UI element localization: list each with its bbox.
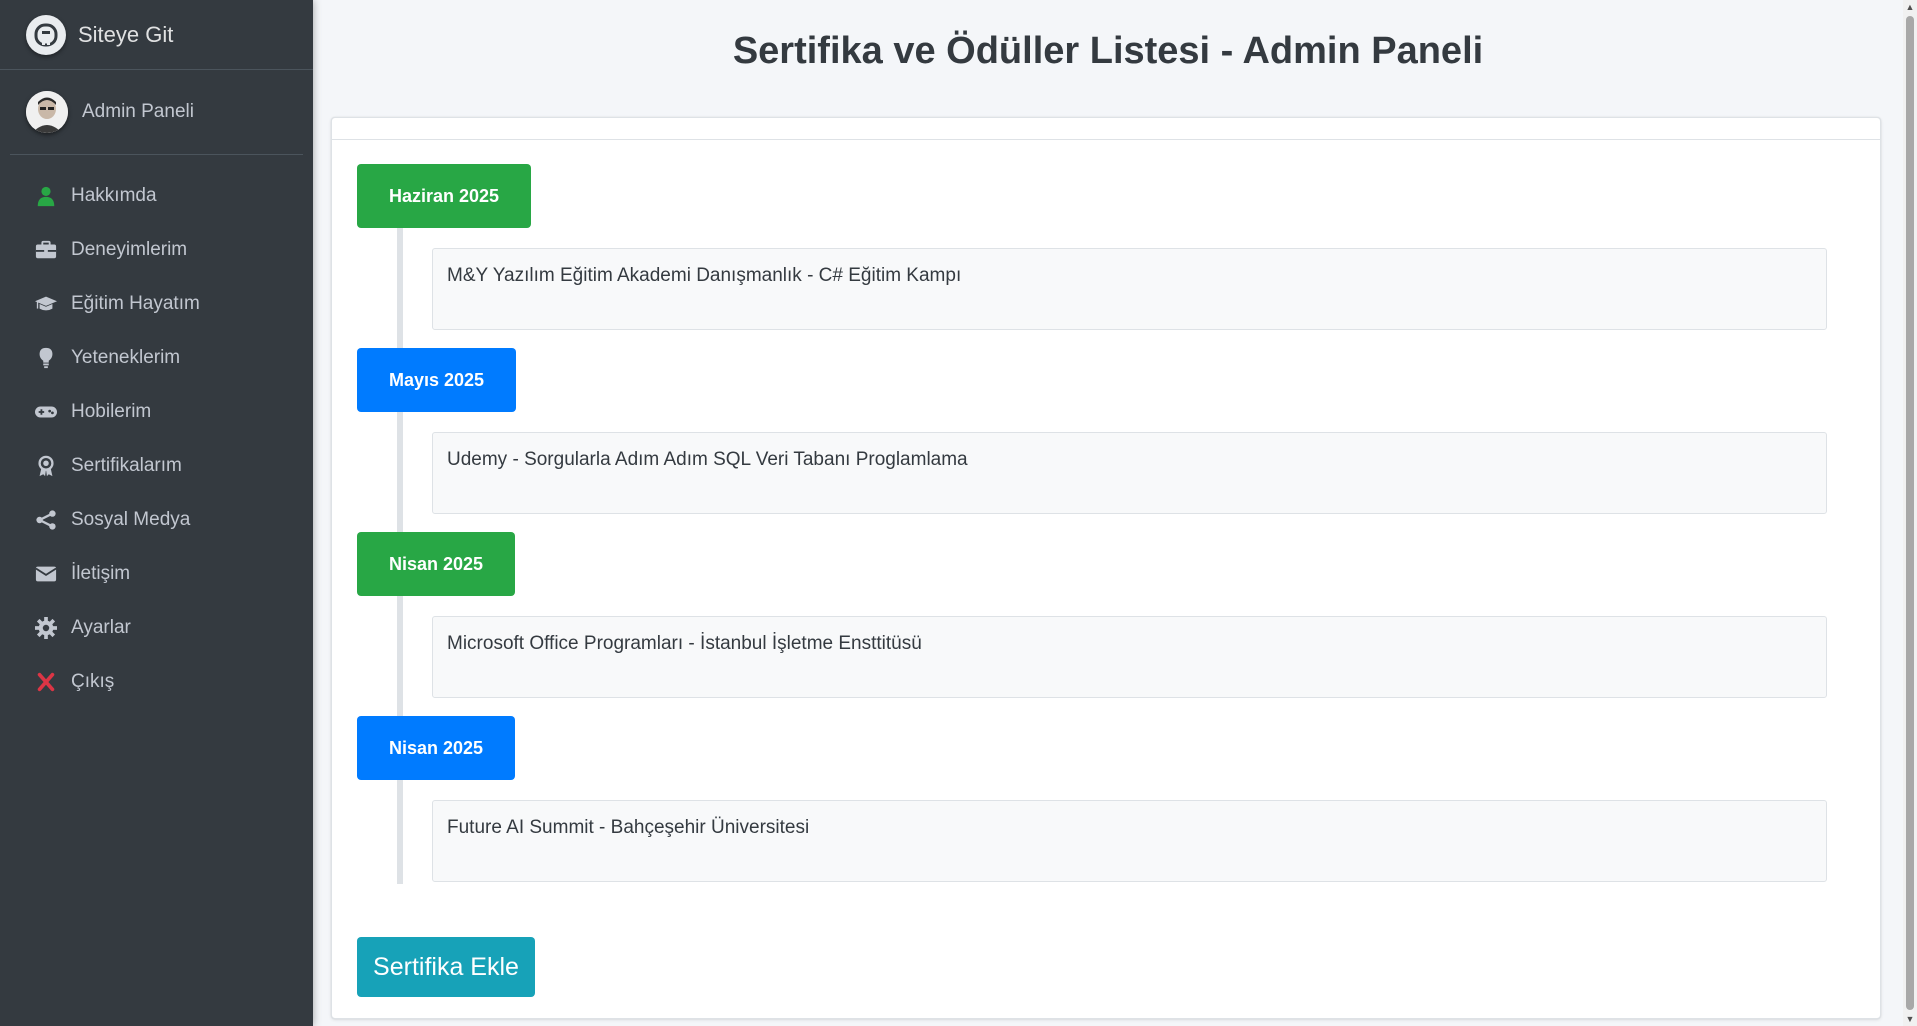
sidebar-item-sosyal-medya[interactable]: Sosyal Medya — [0, 493, 313, 547]
timeline-date-label: Mayıs 2025 — [357, 348, 517, 412]
gear-icon — [33, 615, 59, 641]
sidebar-item-label: Çıkış — [71, 671, 115, 692]
envelope-icon — [33, 561, 59, 587]
gamepad-icon — [33, 399, 59, 425]
timeline-date-label: Nisan 2025 — [357, 716, 516, 780]
sidebar: Siteye Git Admin Paneli Hakkımda Deneyim… — [0, 0, 313, 1026]
sidebar-item-egitim-hayatim[interactable]: Eğitim Hayatım — [0, 277, 313, 331]
sidebar-item-label: Yeteneklerim — [71, 347, 181, 368]
timeline-date-label: Haziran 2025 — [357, 164, 532, 228]
timeline-item: Haziran 2025 M&Y Yazılım Eğitim Akademi … — [357, 164, 1837, 348]
card-header — [332, 118, 1880, 140]
user-panel: Admin Paneli — [10, 70, 303, 155]
timeline-item-content: M&Y Yazılım Eğitim Akademi Danışmanlık -… — [432, 248, 1827, 330]
briefcase-icon — [33, 237, 59, 263]
timeline-date-label: Nisan 2025 — [357, 532, 516, 596]
share-icon — [33, 507, 59, 533]
scroll-down-arrow-icon[interactable]: ▼ — [1905, 1014, 1915, 1024]
admin-user-link[interactable]: Admin Paneli — [82, 101, 194, 123]
sidebar-item-label: İletişim — [71, 563, 131, 584]
sidebar-item-iletisim[interactable]: İletişim — [0, 547, 313, 601]
close-icon — [33, 669, 59, 695]
brand-link[interactable]: Siteye Git — [0, 0, 313, 70]
sidebar-item-label: Sosyal Medya — [71, 509, 191, 530]
timeline-item: Nisan 2025 Microsoft Office Programları … — [357, 532, 1837, 716]
sidebar-item-yeteneklerim[interactable]: Yeteneklerim — [0, 331, 313, 385]
page-scrollbar[interactable]: ▲ ▼ — [1903, 0, 1917, 1026]
timeline-item: Nisan 2025 Future AI Summit - Bahçeşehir… — [357, 716, 1837, 900]
sidebar-nav: Hakkımda Deneyimlerim Eğitim Hayatım Yet… — [0, 155, 313, 709]
timeline-item-content: Future AI Summit - Bahçeşehir Üniversite… — [432, 800, 1827, 882]
sidebar-item-label: Hakkımda — [71, 185, 157, 206]
sidebar-item-hakkimda[interactable]: Hakkımda — [0, 169, 313, 223]
scroll-thumb[interactable] — [1906, 16, 1914, 1010]
certificates-card: Haziran 2025 M&Y Yazılım Eğitim Akademi … — [331, 117, 1881, 1019]
sidebar-item-cikis[interactable]: Çıkış — [0, 655, 313, 709]
timeline-item-content: Microsoft Office Programları - İstanbul … — [432, 616, 1827, 698]
user-icon — [33, 183, 59, 209]
sidebar-item-label: Hobilerim — [71, 401, 152, 422]
sidebar-item-sertifikalarim[interactable]: Sertifikalarım — [0, 439, 313, 493]
brand-logo-icon — [26, 14, 66, 55]
graduation-cap-icon — [33, 291, 59, 317]
add-certificate-button[interactable]: Sertifika Ekle — [357, 937, 535, 997]
timeline-item-content: Udemy - Sorgularla Adım Adım SQL Veri Ta… — [432, 432, 1827, 514]
sidebar-item-label: Sertifikalarım — [71, 455, 182, 476]
lightbulb-icon — [33, 345, 59, 371]
timeline: Haziran 2025 M&Y Yazılım Eğitim Akademi … — [357, 164, 1837, 900]
sidebar-item-label: Eğitim Hayatım — [71, 293, 200, 314]
sidebar-item-label: Deneyimlerim — [71, 239, 188, 260]
main-content: Sertifika ve Ödüller Listesi - Admin Pan… — [313, 0, 1903, 1026]
page-title: Sertifika ve Ödüller Listesi - Admin Pan… — [732, 30, 1484, 72]
brand-text: Siteye Git — [78, 21, 174, 47]
sidebar-item-hobilerim[interactable]: Hobilerim — [0, 385, 313, 439]
avatar — [26, 91, 68, 133]
sidebar-item-deneyimlerim[interactable]: Deneyimlerim — [0, 223, 313, 277]
sidebar-item-ayarlar[interactable]: Ayarlar — [0, 601, 313, 655]
timeline-item: Mayıs 2025 Udemy - Sorgularla Adım Adım … — [357, 348, 1837, 532]
sidebar-item-label: Ayarlar — [71, 617, 131, 638]
award-icon — [33, 453, 59, 479]
scroll-up-arrow-icon[interactable]: ▲ — [1905, 2, 1915, 12]
